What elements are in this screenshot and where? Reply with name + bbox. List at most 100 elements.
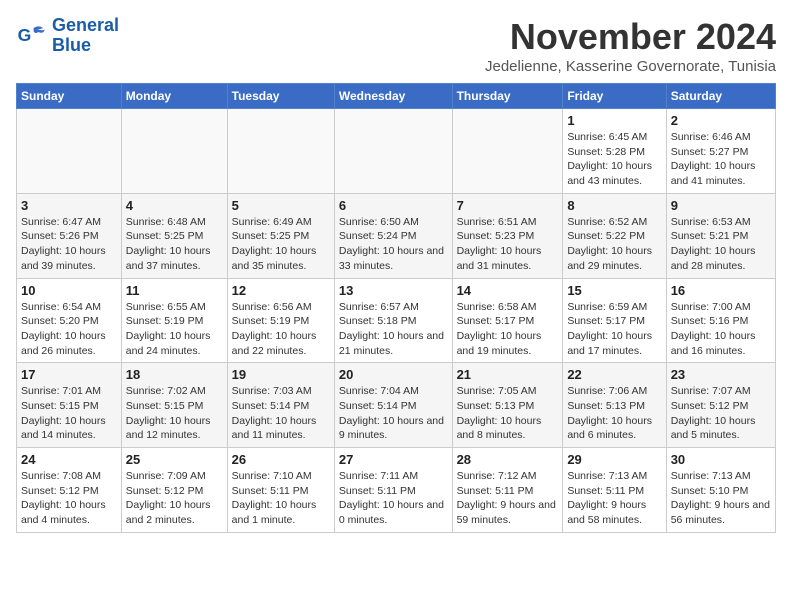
day-number: 20 (339, 367, 448, 382)
calendar-cell: 24 Sunrise: 7:08 AM Sunset: 5:12 PM Dayli… (17, 448, 122, 533)
day-info: Sunrise: 6:50 AM Sunset: 5:24 PM Dayligh… (339, 215, 448, 274)
day-number: 22 (567, 367, 661, 382)
calendar-cell: 5 Sunrise: 6:49 AM Sunset: 5:25 PM Daylig… (227, 193, 334, 278)
header-day-wednesday: Wednesday (334, 84, 452, 109)
day-info: Sunrise: 7:13 AM Sunset: 5:11 PM Dayligh… (567, 469, 661, 528)
header-day-friday: Friday (563, 84, 666, 109)
calendar-cell: 7 Sunrise: 6:51 AM Sunset: 5:23 PM Daylig… (452, 193, 563, 278)
logo-line2: Blue (52, 36, 119, 56)
calendar-cell: 30Sunrise: 7:13 AM Sunset: 5:10 PM Dayli… (666, 448, 775, 533)
day-number: 26 (232, 452, 330, 467)
day-info: Sunrise: 7:12 AM Sunset: 5:11 PM Dayligh… (457, 469, 559, 528)
calendar-body: 1 Sunrise: 6:45 AM Sunset: 5:28 PM Daylig… (17, 109, 776, 533)
day-number: 7 (457, 198, 559, 213)
calendar-cell: 16 Sunrise: 7:00 AM Sunset: 5:16 PM Dayli… (666, 278, 775, 363)
location-subtitle: Jedelienne, Kasserine Governorate, Tunis… (485, 58, 776, 75)
day-number: 6 (339, 198, 448, 213)
calendar-cell: 18 Sunrise: 7:02 AM Sunset: 5:15 PM Dayli… (121, 363, 227, 448)
day-number: 17 (21, 367, 117, 382)
week-row-2: 10 Sunrise: 6:54 AM Sunset: 5:20 PM Dayli… (17, 278, 776, 363)
header-day-saturday: Saturday (666, 84, 775, 109)
calendar-cell: 23 Sunrise: 7:07 AM Sunset: 5:12 PM Dayli… (666, 363, 775, 448)
day-info: Sunrise: 7:00 AM Sunset: 5:16 PM Dayligh… (671, 300, 771, 359)
day-number: 5 (232, 198, 330, 213)
day-info: Sunrise: 7:06 AM Sunset: 5:13 PM Dayligh… (567, 384, 661, 443)
calendar-cell: 26Sunrise: 7:10 AM Sunset: 5:11 PM Dayli… (227, 448, 334, 533)
day-info: Sunrise: 6:56 AM Sunset: 5:19 PM Dayligh… (232, 300, 330, 359)
day-info: Sunrise: 7:02 AM Sunset: 5:15 PM Dayligh… (126, 384, 223, 443)
calendar-cell (17, 109, 122, 194)
day-info: Sunrise: 6:48 AM Sunset: 5:25 PM Dayligh… (126, 215, 223, 274)
day-info: Sunrise: 6:57 AM Sunset: 5:18 PM Dayligh… (339, 300, 448, 359)
day-info: Sunrise: 7:05 AM Sunset: 5:13 PM Dayligh… (457, 384, 559, 443)
day-number: 3 (21, 198, 117, 213)
header-day-sunday: Sunday (17, 84, 122, 109)
day-info: Sunrise: 7:07 AM Sunset: 5:12 PM Dayligh… (671, 384, 771, 443)
calendar-cell: 11 Sunrise: 6:55 AM Sunset: 5:19 PM Dayli… (121, 278, 227, 363)
day-number: 1 (567, 113, 661, 128)
calendar-cell (227, 109, 334, 194)
calendar-cell: 12 Sunrise: 6:56 AM Sunset: 5:19 PM Dayli… (227, 278, 334, 363)
calendar-cell: 8Sunrise: 6:52 AM Sunset: 5:22 PM Daylig… (563, 193, 666, 278)
day-number: 9 (671, 198, 771, 213)
calendar-cell (121, 109, 227, 194)
day-info: Sunrise: 7:03 AM Sunset: 5:14 PM Dayligh… (232, 384, 330, 443)
day-number: 2 (671, 113, 771, 128)
day-info: Sunrise: 6:55 AM Sunset: 5:19 PM Dayligh… (126, 300, 223, 359)
day-info: Sunrise: 6:45 AM Sunset: 5:28 PM Dayligh… (567, 130, 661, 189)
calendar-cell: 27 Sunrise: 7:11 AM Sunset: 5:11 PM Dayli… (334, 448, 452, 533)
week-row-3: 17Sunrise: 7:01 AM Sunset: 5:15 PM Dayli… (17, 363, 776, 448)
calendar-cell: 20Sunrise: 7:04 AM Sunset: 5:14 PM Dayli… (334, 363, 452, 448)
week-row-0: 1 Sunrise: 6:45 AM Sunset: 5:28 PM Daylig… (17, 109, 776, 194)
logo-icon: G (16, 20, 48, 52)
calendar-cell: 10 Sunrise: 6:54 AM Sunset: 5:20 PM Dayli… (17, 278, 122, 363)
day-number: 18 (126, 367, 223, 382)
day-number: 11 (126, 283, 223, 298)
day-info: Sunrise: 6:49 AM Sunset: 5:25 PM Dayligh… (232, 215, 330, 274)
day-number: 16 (671, 283, 771, 298)
month-title: November 2024 (485, 16, 776, 58)
day-info: Sunrise: 7:13 AM Sunset: 5:10 PM Dayligh… (671, 469, 771, 528)
logo: G General Blue (16, 16, 119, 56)
calendar-cell: 22 Sunrise: 7:06 AM Sunset: 5:13 PM Dayli… (563, 363, 666, 448)
calendar-cell: 13 Sunrise: 6:57 AM Sunset: 5:18 PM Dayli… (334, 278, 452, 363)
calendar-cell: 17Sunrise: 7:01 AM Sunset: 5:15 PM Dayli… (17, 363, 122, 448)
day-number: 4 (126, 198, 223, 213)
calendar-header: SundayMondayTuesdayWednesdayThursdayFrid… (17, 84, 776, 109)
calendar-cell (452, 109, 563, 194)
day-info: Sunrise: 6:51 AM Sunset: 5:23 PM Dayligh… (457, 215, 559, 274)
day-info: Sunrise: 6:46 AM Sunset: 5:27 PM Dayligh… (671, 130, 771, 189)
day-info: Sunrise: 6:59 AM Sunset: 5:17 PM Dayligh… (567, 300, 661, 359)
day-number: 13 (339, 283, 448, 298)
day-info: Sunrise: 7:08 AM Sunset: 5:12 PM Dayligh… (21, 469, 117, 528)
calendar-cell: 14Sunrise: 6:58 AM Sunset: 5:17 PM Dayli… (452, 278, 563, 363)
day-number: 24 (21, 452, 117, 467)
day-info: Sunrise: 6:54 AM Sunset: 5:20 PM Dayligh… (21, 300, 117, 359)
calendar-cell (334, 109, 452, 194)
day-number: 19 (232, 367, 330, 382)
calendar-cell: 1 Sunrise: 6:45 AM Sunset: 5:28 PM Daylig… (563, 109, 666, 194)
day-info: Sunrise: 6:47 AM Sunset: 5:26 PM Dayligh… (21, 215, 117, 274)
day-number: 12 (232, 283, 330, 298)
day-number: 14 (457, 283, 559, 298)
calendar-cell: 29 Sunrise: 7:13 AM Sunset: 5:11 PM Dayli… (563, 448, 666, 533)
day-number: 15 (567, 283, 661, 298)
calendar-cell: 9 Sunrise: 6:53 AM Sunset: 5:21 PM Daylig… (666, 193, 775, 278)
day-number: 29 (567, 452, 661, 467)
day-number: 8 (567, 198, 661, 213)
page-header: G General Blue November 2024 Jedelienne,… (16, 16, 776, 75)
calendar-cell: 21 Sunrise: 7:05 AM Sunset: 5:13 PM Dayli… (452, 363, 563, 448)
logo-line1: General (52, 16, 119, 36)
day-info: Sunrise: 6:53 AM Sunset: 5:21 PM Dayligh… (671, 215, 771, 274)
day-number: 25 (126, 452, 223, 467)
logo-text: General Blue (52, 16, 119, 56)
day-number: 21 (457, 367, 559, 382)
day-info: Sunrise: 7:11 AM Sunset: 5:11 PM Dayligh… (339, 469, 448, 528)
day-number: 23 (671, 367, 771, 382)
day-number: 27 (339, 452, 448, 467)
title-block: November 2024 Jedelienne, Kasserine Gove… (485, 16, 776, 75)
header-row: SundayMondayTuesdayWednesdayThursdayFrid… (17, 84, 776, 109)
calendar-cell: 3 Sunrise: 6:47 AM Sunset: 5:26 PM Daylig… (17, 193, 122, 278)
svg-text:G: G (18, 25, 32, 45)
day-number: 10 (21, 283, 117, 298)
